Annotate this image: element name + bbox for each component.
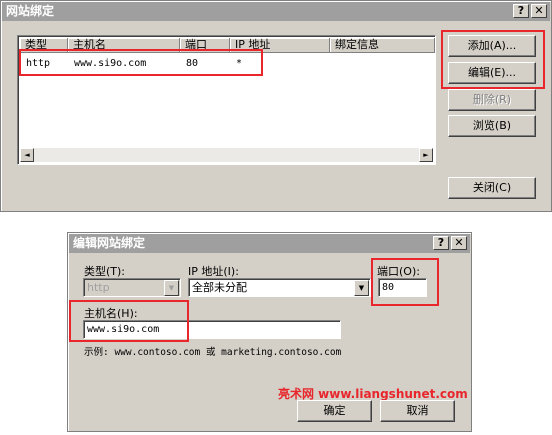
edit-binding-title: 编辑网站绑定 [73, 236, 146, 250]
chevron-down-icon: ▼ [164, 280, 179, 296]
highlight-port [371, 258, 439, 306]
type-select: http ▼ [83, 278, 181, 297]
site-bindings-titlebar: 网站绑定 ? ✕ [2, 2, 550, 21]
highlight-buttons [441, 30, 545, 89]
scroll-right-icon[interactable]: ► [419, 148, 433, 162]
scroll-left-icon[interactable]: ◄ [20, 148, 34, 162]
site-bindings-title: 网站绑定 [6, 4, 55, 18]
edit-binding-dialog: 编辑网站绑定 ? ✕ 类型(T): http ▼ IP 地址(I): 全部未分配… [67, 232, 472, 432]
close-icon[interactable]: ✕ [531, 4, 547, 18]
browse-button[interactable]: 浏览(B) [448, 115, 536, 137]
site-bindings-dialog: 网站绑定 ? ✕ 类型 主机名 端口 IP 地址 绑定信息 http www.s… [0, 0, 552, 212]
close-icon[interactable]: ✕ [451, 236, 467, 250]
ip-select[interactable]: 全部未分配 ▼ [188, 278, 371, 297]
type-label: 类型(T): [84, 265, 126, 278]
ok-button[interactable]: 确定 [297, 400, 372, 422]
chevron-down-icon[interactable]: ▼ [354, 280, 369, 296]
ip-label: IP 地址(I): [188, 265, 239, 278]
remove-button[interactable]: 删除(R) [448, 89, 536, 111]
edit-binding-titlebar: 编辑网站绑定 ? ✕ [69, 234, 470, 253]
cancel-button[interactable]: 取消 [380, 400, 455, 422]
highlight-host [69, 300, 189, 342]
ip-value: 全部未分配 [192, 281, 247, 294]
help-button[interactable]: ? [433, 236, 449, 250]
type-value: http [87, 281, 110, 294]
help-button[interactable]: ? [513, 4, 529, 18]
horizontal-scrollbar[interactable]: ◄ ► [20, 148, 433, 162]
column-header-info[interactable]: 绑定信息 [330, 38, 435, 53]
example-text: 示例: www.contoso.com 或 marketing.contoso.… [84, 347, 342, 358]
highlight-row [19, 49, 263, 76]
close-button[interactable]: 关闭(C) [448, 177, 536, 199]
